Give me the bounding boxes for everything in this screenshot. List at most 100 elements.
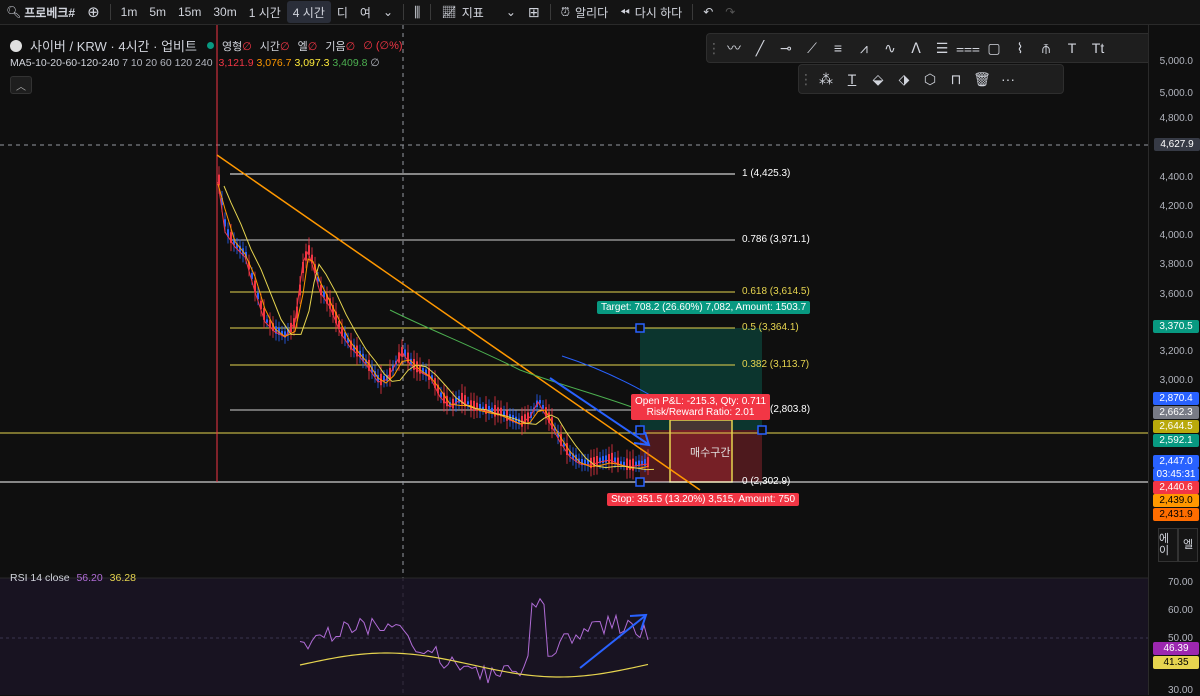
- redo-icon: ↷: [725, 5, 736, 19]
- chevron-down-icon: ⌄: [505, 5, 516, 19]
- candle-body: [473, 400, 475, 411]
- price-tag: 2,439.0: [1153, 494, 1199, 507]
- horizontal-ray-icon[interactable]: ⊸: [773, 35, 799, 61]
- replay-button[interactable]: ⏪︎ 다시 하다: [614, 1, 688, 23]
- symbol-logo-icon: [10, 39, 22, 52]
- fan-icon[interactable]: ⌇: [1007, 35, 1033, 61]
- interval-day[interactable]: 디: [331, 1, 354, 23]
- interval-15m[interactable]: 15m: [172, 1, 207, 23]
- more-icon[interactable]: ···: [995, 66, 1021, 92]
- fib-label-0236: (2,803.8): [770, 404, 811, 415]
- search-icon: 🔍︎: [6, 5, 22, 19]
- price-tick: 3,800.0: [1159, 259, 1193, 270]
- zigzag-icon[interactable]: 〰: [721, 35, 747, 61]
- fib-label-0: 0 (2,302.9): [742, 476, 791, 487]
- group-icon[interactable]: ⁂: [813, 66, 839, 92]
- position-handle-target[interactable]: [635, 323, 645, 333]
- interval-dropdown[interactable]: ⌄: [377, 1, 399, 23]
- collapse-legend-button[interactable]: ︿: [10, 76, 32, 94]
- rsi-legend[interactable]: RSI 14 close 56.20 36.28: [10, 572, 136, 584]
- interval-1h[interactable]: 1 시간: [243, 1, 287, 23]
- fill-color-icon[interactable]: ⬙: [865, 66, 891, 92]
- alarm-icon: ⏰︎: [560, 4, 570, 19]
- symbol-title[interactable]: 사이버 / KRW · 4시간 · 업비트: [30, 36, 197, 55]
- ma-120-line: [561, 355, 651, 396]
- ohlc-close: 기음∅: [325, 40, 356, 53]
- price-tag: 2,447.0: [1153, 455, 1199, 468]
- alert-button[interactable]: ⏰︎ 알리다: [555, 1, 615, 23]
- undo-icon: ↶: [703, 5, 714, 19]
- candle-body: [605, 455, 607, 463]
- indicators-button[interactable]: 📈︎ 지표 ⌄: [435, 1, 521, 23]
- price-tag: 2,440.6: [1153, 481, 1199, 494]
- auto-scale-button[interactable]: 에이: [1158, 528, 1178, 562]
- pattern-icon[interactable]: ⩘: [851, 35, 877, 61]
- pitchfork-icon[interactable]: ⫚: [1033, 35, 1059, 61]
- open-pnl-text: Open P&L: -215.3, Qty: 0.711: [635, 396, 767, 407]
- price-tag: 3,370.5: [1153, 320, 1199, 333]
- price-chart[interactable]: [0, 25, 1148, 695]
- crosshair-price-tag: 4,627.9: [1154, 138, 1200, 151]
- candle-body: [632, 458, 634, 471]
- fib-label-0618: 0.618 (3,614.5): [742, 286, 810, 297]
- chart-type-button[interactable]: ⫼: [408, 1, 426, 23]
- symbol-search[interactable]: 🔍︎ 프로베크#: [0, 1, 81, 23]
- interval-1m[interactable]: 1m: [115, 1, 144, 23]
- stop-label: Stop: 351.5 (13.20%) 3,515, Amount: 750: [607, 493, 800, 506]
- elliott-icon[interactable]: ∿: [877, 35, 903, 61]
- chart-pane[interactable]: 1 (4,425.3) 0.786 (3,971.1) 0.618 (3,614…: [0, 25, 1148, 695]
- interval-week[interactable]: 여: [354, 1, 377, 23]
- log-scale-button[interactable]: 엘: [1178, 528, 1198, 562]
- abc-pattern-icon[interactable]: ᐱ: [903, 35, 929, 61]
- price-tick: 4,800.0: [1159, 113, 1193, 124]
- fib-channel-icon[interactable]: ⩶: [955, 35, 981, 61]
- candle-body: [611, 452, 613, 465]
- fib-label-1: 1 (4,425.3): [742, 168, 791, 179]
- rectangle-icon[interactable]: ▢: [981, 35, 1007, 61]
- interval-30m[interactable]: 30m: [207, 1, 242, 23]
- chevron-up-icon: ︿: [16, 81, 26, 93]
- settings-icon[interactable]: ⬡: [917, 66, 943, 92]
- trendline-icon[interactable]: ╱: [747, 35, 773, 61]
- ohlc-change: ∅ (∅%): [363, 40, 403, 52]
- position-handle-width[interactable]: [757, 425, 767, 435]
- rsi-tick: 70.00: [1167, 577, 1193, 588]
- parallel-channel-icon[interactable]: ≡: [825, 35, 851, 61]
- text-size-icon[interactable]: Tt: [1085, 35, 1111, 61]
- ma-legend[interactable]: MA5-10-20-60-120-240 7 10 20 60 120 240 …: [10, 57, 380, 69]
- target-label: Target: 708.2 (26.60%) 7,082, Amount: 15…: [597, 301, 811, 314]
- price-tick: 3,000.0: [1159, 375, 1193, 386]
- symbol-legend: 사이버 / KRW · 4시간 · 업비트 영형∅ 시간∅ 엘∅ 기음∅ ∅ (…: [10, 36, 403, 55]
- text-color-icon[interactable]: T: [839, 66, 865, 92]
- ray-icon[interactable]: ⟋: [799, 35, 825, 61]
- rsi-ma-tag: 41.35: [1153, 656, 1199, 669]
- interval-5m[interactable]: 5m: [143, 1, 172, 23]
- rsi-tag: 46.39: [1153, 642, 1199, 655]
- undo-button[interactable]: ↶: [697, 1, 719, 23]
- line-color-icon[interactable]: ⬗: [891, 66, 917, 92]
- lock-icon[interactable]: ⊓: [943, 66, 969, 92]
- position-handle-stop[interactable]: [635, 477, 645, 487]
- trash-icon[interactable]: 🗑︎: [969, 66, 995, 92]
- redo-button[interactable]: ↷: [719, 1, 741, 23]
- fib-label-0382: 0.382 (3,113.7): [742, 359, 810, 370]
- drag-handle-icon[interactable]: ⋮: [799, 66, 813, 92]
- layouts-button[interactable]: ⊞: [522, 1, 546, 23]
- drag-handle-icon[interactable]: ⋮: [707, 35, 721, 61]
- fib-icon[interactable]: ☰: [929, 35, 955, 61]
- add-symbol-button[interactable]: ⊕: [81, 1, 106, 23]
- rewind-icon: ⏪︎: [620, 4, 630, 19]
- price-tick: 4,200.0: [1159, 201, 1193, 212]
- interval-4h[interactable]: 4 시간: [286, 1, 331, 23]
- trendline[interactable]: [216, 154, 701, 491]
- candle-body: [452, 398, 454, 409]
- rsi-background: [0, 578, 1148, 695]
- grid-icon: ⊞: [527, 3, 540, 20]
- price-axis[interactable]: 5,000.0 5,000.0 4,800.0 4,400.0 4,200.0 …: [1148, 25, 1200, 696]
- position-handle-entry[interactable]: [635, 425, 645, 435]
- price-tick: 4,000.0: [1159, 230, 1193, 241]
- ma-5-line: [217, 181, 649, 468]
- market-status-icon: [206, 42, 214, 49]
- text-icon[interactable]: T: [1059, 35, 1085, 61]
- price-tag: 2,644.5: [1153, 420, 1199, 433]
